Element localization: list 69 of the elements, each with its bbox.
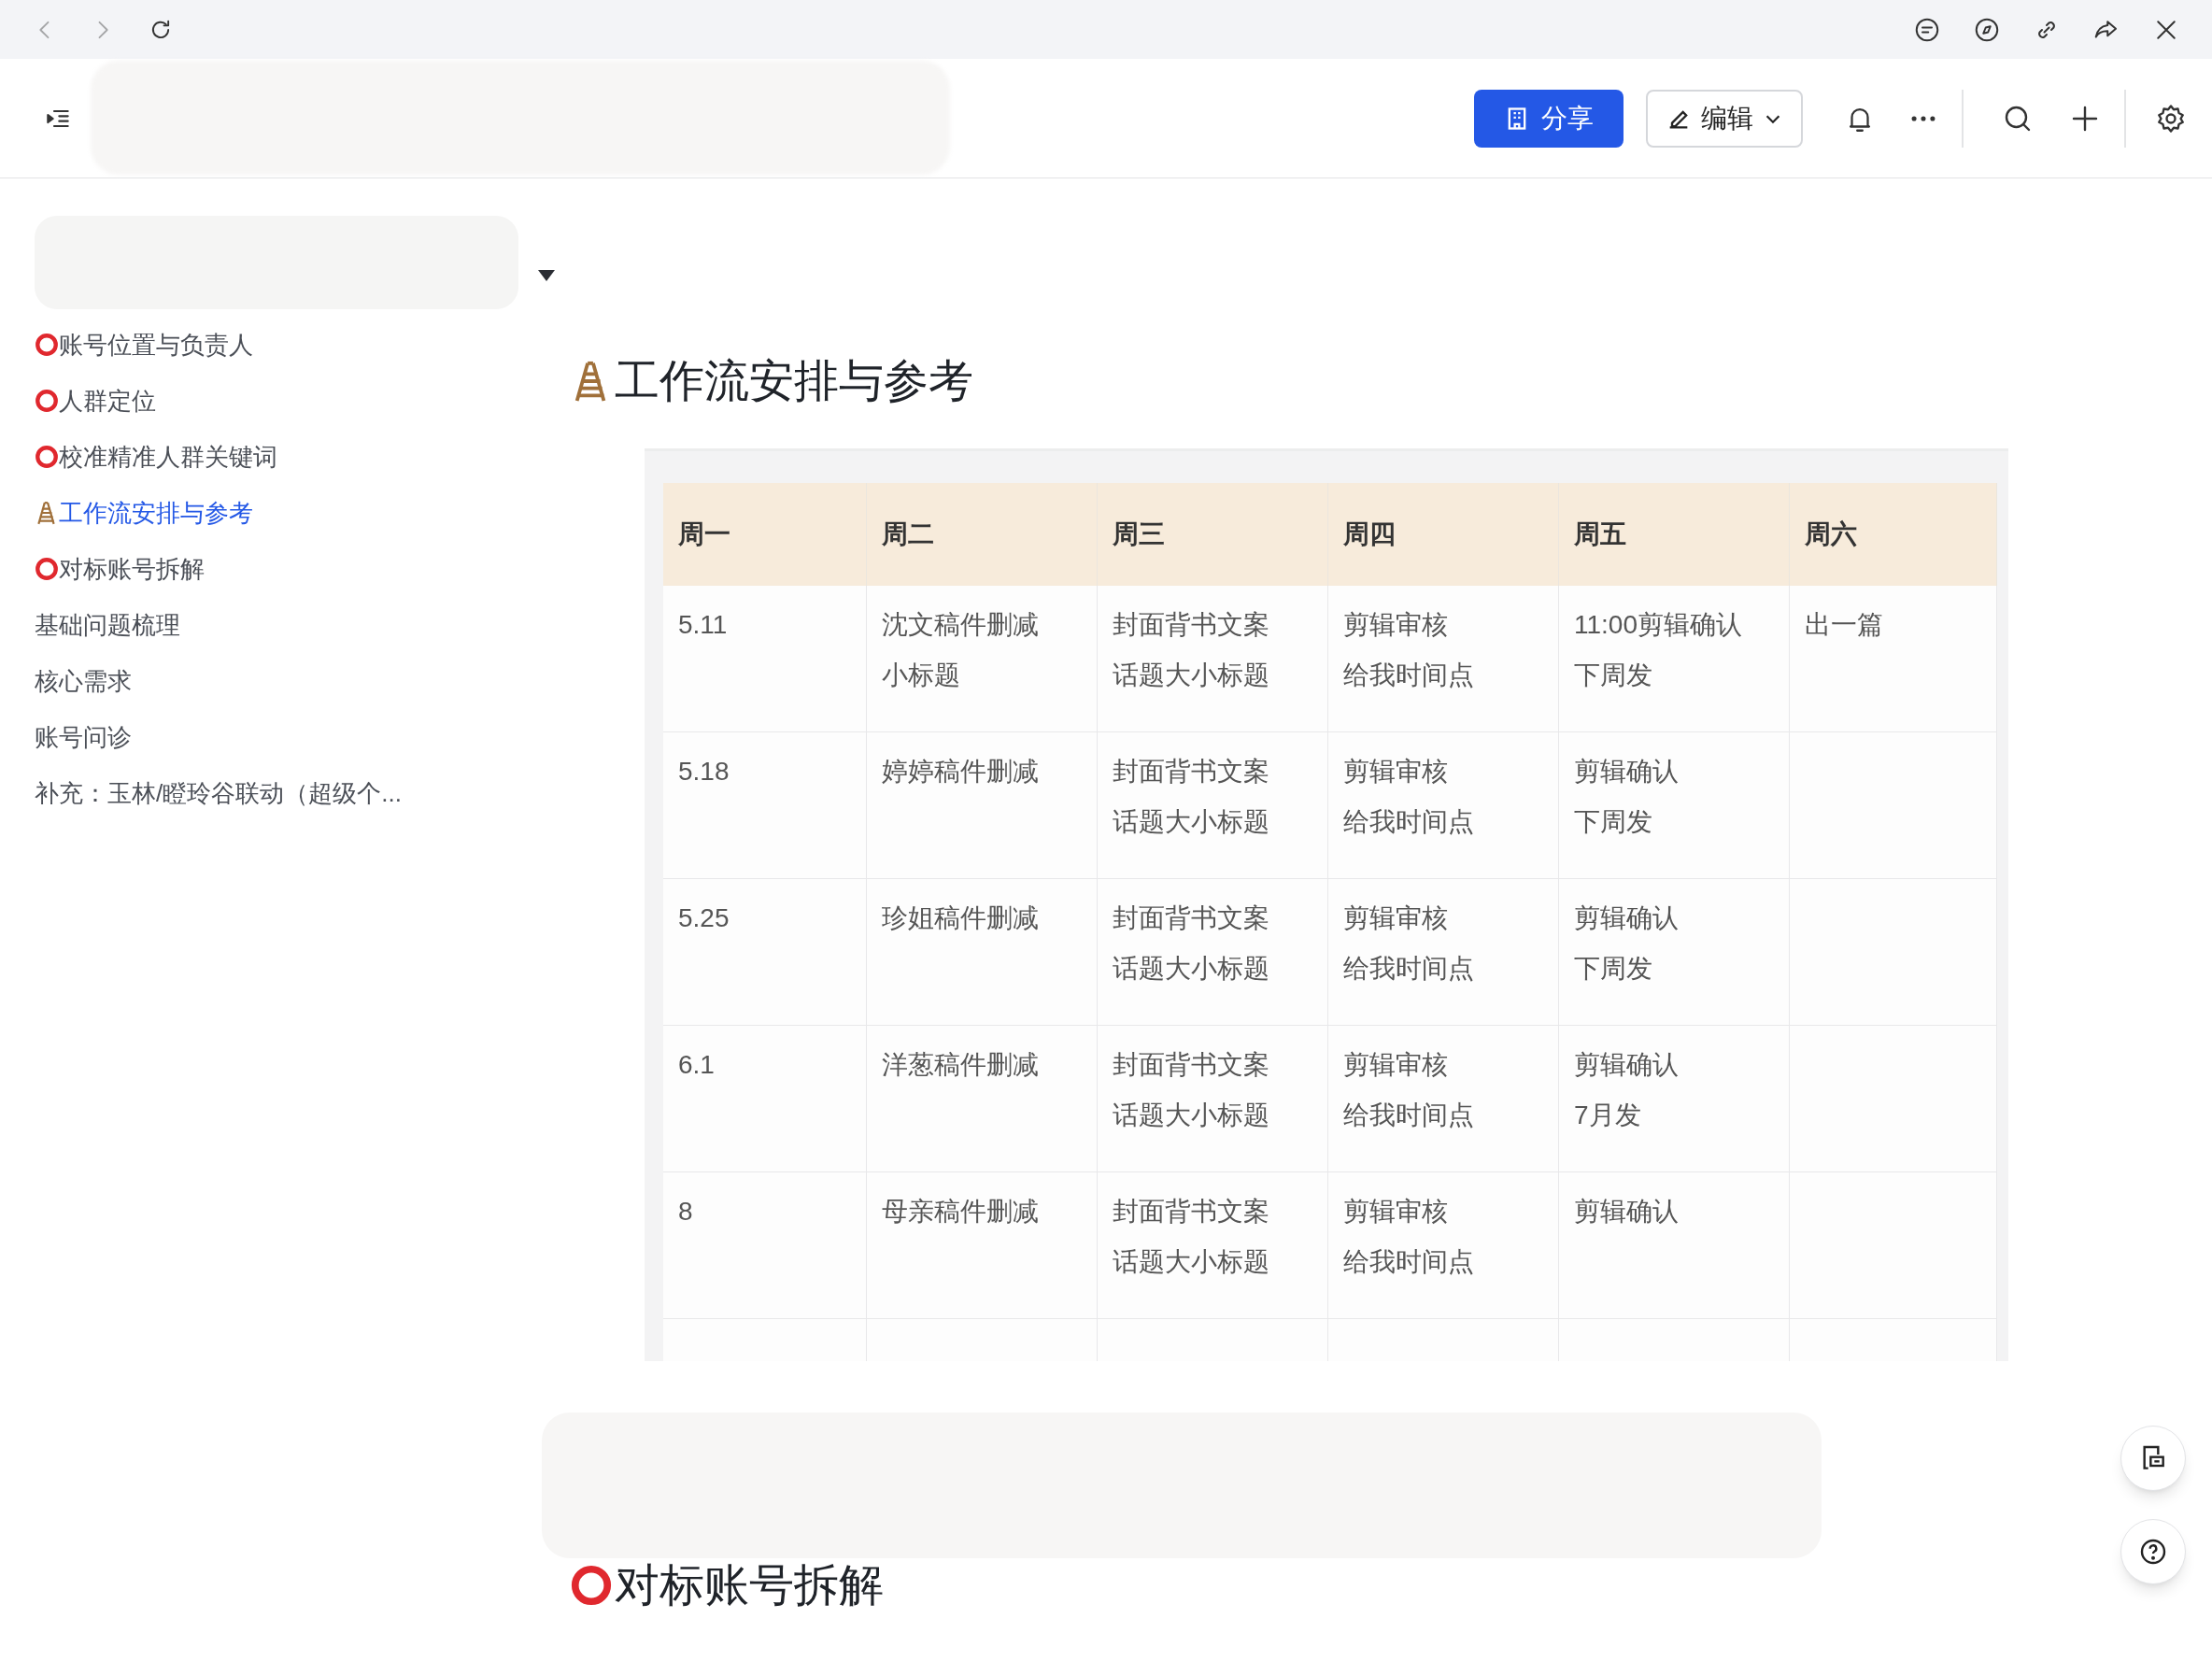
table-cell-text: 剪辑审核 — [1343, 1196, 1449, 1228]
table-cell-text: 剪辑审核 — [1343, 902, 1449, 934]
table-cell-text: 5.18 — [678, 756, 730, 788]
column-header: 周四 — [1328, 483, 1559, 586]
column-header: 周五 — [1559, 483, 1790, 586]
ring-icon — [570, 1564, 613, 1607]
table-cell-text: 母亲稿件删减 — [882, 1196, 1040, 1228]
column-header: 周二 — [867, 483, 1098, 586]
outline-item[interactable]: 校准精准人群关键词 — [35, 429, 560, 485]
table-cell-text: 婷婷稿件删减 — [882, 756, 1040, 788]
dropdown-caret-icon[interactable] — [536, 268, 557, 283]
outline-item[interactable]: 补充：玉林/瞪玲谷联动（超级个... — [35, 765, 560, 821]
section-heading: 工作流安排与参考 — [615, 355, 973, 407]
table-cell-text: 剪辑确认 — [1574, 756, 1680, 788]
table-cell-text: 洋葱稿件删减 — [882, 1049, 1040, 1081]
table-cell-text: 出一篇 — [1805, 609, 1884, 641]
outline-item[interactable]: 人群定位 — [35, 373, 560, 429]
outline-item[interactable]: 基础问题梳理 — [35, 597, 560, 653]
outline-item[interactable]: 工作流安排与参考 — [35, 485, 560, 541]
table-cell-text: 封面背书文案 — [1113, 609, 1270, 641]
table-cell-text: 剪辑审核 — [1343, 1049, 1449, 1081]
table-cell-text: 剪辑审核 — [1343, 609, 1449, 641]
table-cell-text: 下周发 — [1574, 953, 1653, 985]
table-cell-text: 沈文稿件删减 — [882, 609, 1040, 641]
help-icon — [2138, 1537, 2168, 1567]
table-cell-text: 话题大小标题 — [1113, 1246, 1270, 1278]
column-header: 周一 — [663, 483, 867, 586]
table-cell-text: 话题大小标题 — [1113, 806, 1270, 838]
ring-icon — [35, 389, 59, 413]
table-cell-text: 话题大小标题 — [1113, 660, 1270, 691]
edit-button[interactable]: 编辑 — [1646, 89, 1803, 148]
table-cell-text: 封面背书文案 — [1113, 902, 1270, 934]
table-cell-text: 给我时间点 — [1343, 1100, 1475, 1131]
table-cell-text: 话题大小标题 — [1113, 953, 1270, 985]
share-button[interactable]: 分享 — [1474, 89, 1624, 148]
ring-icon — [35, 445, 59, 469]
table-cell-text: 封面背书文案 — [1113, 756, 1270, 788]
table-cell-text: 给我时间点 — [1343, 1246, 1475, 1278]
ring-icon — [35, 333, 59, 357]
table-cell-text: 7月发 — [1574, 1100, 1642, 1131]
table-cell-text: 给我时间点 — [1343, 806, 1475, 838]
table-cell-text: 封面背书文案 — [1113, 1049, 1270, 1081]
comment-panel-button[interactable] — [2120, 1426, 2186, 1491]
table-cell-text: 珍姐稿件删减 — [882, 902, 1040, 934]
outline-item[interactable]: 对标账号拆解 — [35, 541, 560, 597]
ring-icon — [35, 557, 59, 581]
table-cell-text: 下周发 — [1574, 806, 1653, 838]
help-button[interactable] — [2120, 1519, 2186, 1584]
table-cell-text: 8 — [678, 1196, 694, 1228]
table-cell-text: 5.25 — [678, 902, 730, 934]
table-cell-text: 封面背书文案 — [1113, 1196, 1270, 1228]
table-cell-text: 剪辑确认 — [1574, 1196, 1680, 1228]
table-cell-text: 剪辑审核 — [1343, 756, 1449, 788]
outline-item[interactable]: 账号位置与负责人 — [35, 317, 560, 373]
table-cell-text: 5.11 — [678, 609, 729, 641]
table-cell-text: 小标题 — [882, 660, 961, 691]
table-cell-text: 给我时间点 — [1343, 660, 1475, 691]
table-cell-text: 给我时间点 — [1343, 953, 1475, 985]
table-cell-text: 下周发 — [1574, 660, 1653, 691]
table-cell-text: 6.1 — [678, 1049, 716, 1081]
column-header: 周三 — [1098, 483, 1328, 586]
table-cell-text: 剪辑确认 — [1574, 902, 1680, 934]
outline-item[interactable]: 核心需求 — [35, 653, 560, 709]
table-cell-text: 11:00剪辑确认 — [1574, 609, 1743, 641]
table-cell-text: 话题大小标题 — [1113, 1100, 1270, 1131]
column-header: 周六 — [1790, 483, 1997, 586]
table-cell-text: 剪辑确认 — [1574, 1049, 1680, 1081]
section-heading: 对标账号拆解 — [615, 1559, 884, 1611]
outline-item[interactable]: 账号问诊 — [35, 709, 560, 765]
